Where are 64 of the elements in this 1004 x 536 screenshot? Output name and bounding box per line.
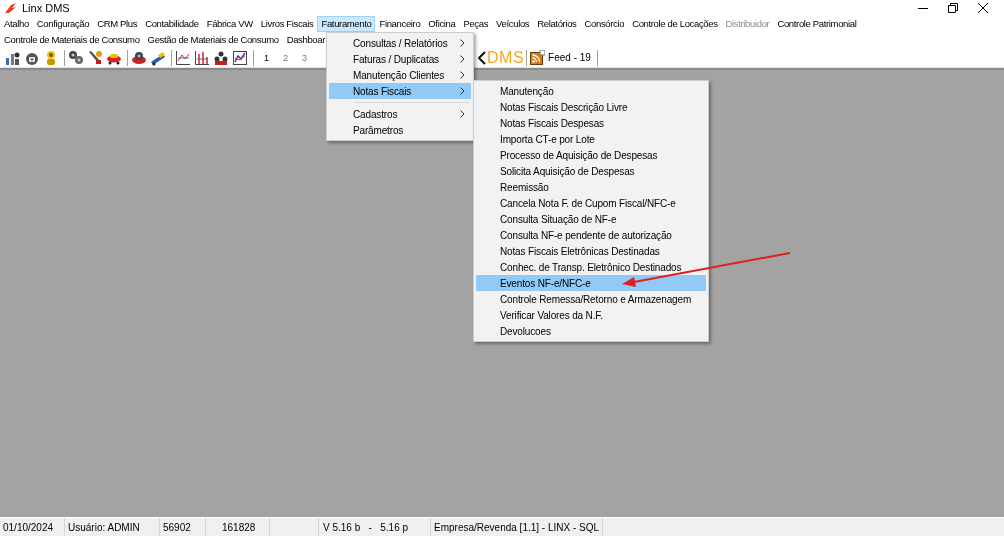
chevron-right-icon (460, 110, 465, 118)
menu-entry[interactable]: Cancela Nota F. de Cupom Fiscal/NFC-e (476, 195, 706, 211)
bar-chart-icon[interactable] (194, 49, 210, 66)
menu-entry[interactable]: Processo de Aquisição de Despesas (476, 147, 706, 163)
menu-entry[interactable]: Notas Fiscais Eletrônicas Destinadas (476, 243, 706, 259)
menu-item[interactable]: Contabilidade (141, 16, 203, 32)
menu-item[interactable]: Peças (459, 16, 493, 32)
status-cell: 161828 (206, 518, 270, 536)
wrench-icon[interactable] (87, 49, 103, 66)
menu-item[interactable]: Controle Patrimonial (773, 16, 861, 32)
menu-entry[interactable]: Notas Fiscais Despesas (476, 115, 706, 131)
app-logo-icon (4, 2, 17, 14)
group-icon[interactable] (213, 49, 229, 66)
menu-entry[interactable]: Solicita Aquisição de Despesas (476, 163, 706, 179)
menu-item[interactable]: Controle de Locações (628, 16, 722, 32)
chevron-icon (478, 50, 486, 65)
menu-entry[interactable]: Parâmetros (329, 122, 471, 138)
menu-entry[interactable]: Eventos NF-e/NFC-e (476, 275, 706, 291)
menu-entry[interactable]: Notas Fiscais (329, 83, 471, 99)
feed-button[interactable]: Feed - 19 (548, 52, 591, 63)
status-cell: 56902 (160, 518, 206, 536)
menu-item[interactable]: Oficina (424, 16, 460, 32)
menu-item[interactable]: Relatórios (533, 16, 581, 32)
window-title: Linx DMS (22, 2, 70, 14)
line-chart-icon[interactable] (175, 49, 191, 66)
feed-icon[interactable] (530, 50, 546, 65)
menu-item[interactable]: Consórcio (580, 16, 629, 32)
close-button[interactable] (978, 3, 988, 13)
menu-entry[interactable]: Consulta Situação de NF-e (476, 211, 706, 227)
menu-item[interactable]: Dashboar (282, 32, 330, 48)
menu-item[interactable]: Controle de Materiais de Consumo (0, 32, 144, 48)
menu-entry[interactable]: Verificar Valores da N.F. (476, 307, 706, 323)
restore-button[interactable] (948, 3, 958, 13)
menu-item[interactable]: Gestão de Materiais de Consumo (143, 32, 283, 48)
menu-entry[interactable]: Consultas / Relatórios (329, 35, 471, 51)
menu-entry[interactable]: Consulta NF-e pendente de autorização (476, 227, 706, 243)
menu-entry[interactable]: Controle Remessa/Retorno e Armazenagem (476, 291, 706, 307)
menu-item[interactable]: Faturamento (317, 16, 376, 32)
menu-entry[interactable]: Reemissão (476, 179, 706, 195)
menu-entry[interactable]: Notas Fiscais Descrição Livre (476, 99, 706, 115)
status-cell: Usuário: ADMIN (65, 518, 160, 536)
page-button[interactable]: 3 (295, 52, 314, 63)
page-button[interactable]: 2 (276, 52, 295, 63)
menu-entry[interactable]: Manutenção Clientes (329, 67, 471, 83)
menu-entry[interactable]: Conhec. de Transp. Eletrônico Destinados (476, 259, 706, 275)
status-cell: 01/10/2024 (0, 518, 65, 536)
page-button[interactable]: 1 (257, 52, 276, 63)
brand-logo: DMS (487, 48, 525, 67)
menu-item[interactable]: Livros Fiscais (256, 16, 318, 32)
gears-icon[interactable] (68, 49, 84, 66)
menu-item[interactable]: Fábrica VW (202, 16, 257, 32)
status-cell: Empresa/Revenda [1.1] - LINX - SQL (431, 518, 604, 536)
menu-item[interactable]: Financeiro (375, 16, 425, 32)
menu-entry[interactable]: Devolucoes (476, 323, 706, 339)
status-cell: V 5.16 b - 5.16 p (319, 518, 431, 536)
menu-item[interactable]: Atalho (0, 16, 33, 32)
menu-item[interactable]: CRM Plus (93, 16, 142, 32)
menu-entry[interactable]: Faturas / Duplicatas (329, 51, 471, 67)
menu-item[interactable]: Veículos (492, 16, 534, 32)
menu-entry[interactable]: Manutenção (476, 83, 706, 99)
menu-item[interactable]: Configuração (32, 16, 94, 32)
graph-icon[interactable] (232, 49, 248, 66)
menu-entry[interactable]: Cadastros (329, 106, 471, 122)
menu-entry[interactable]: Importa CT-e por Lote (476, 131, 706, 147)
